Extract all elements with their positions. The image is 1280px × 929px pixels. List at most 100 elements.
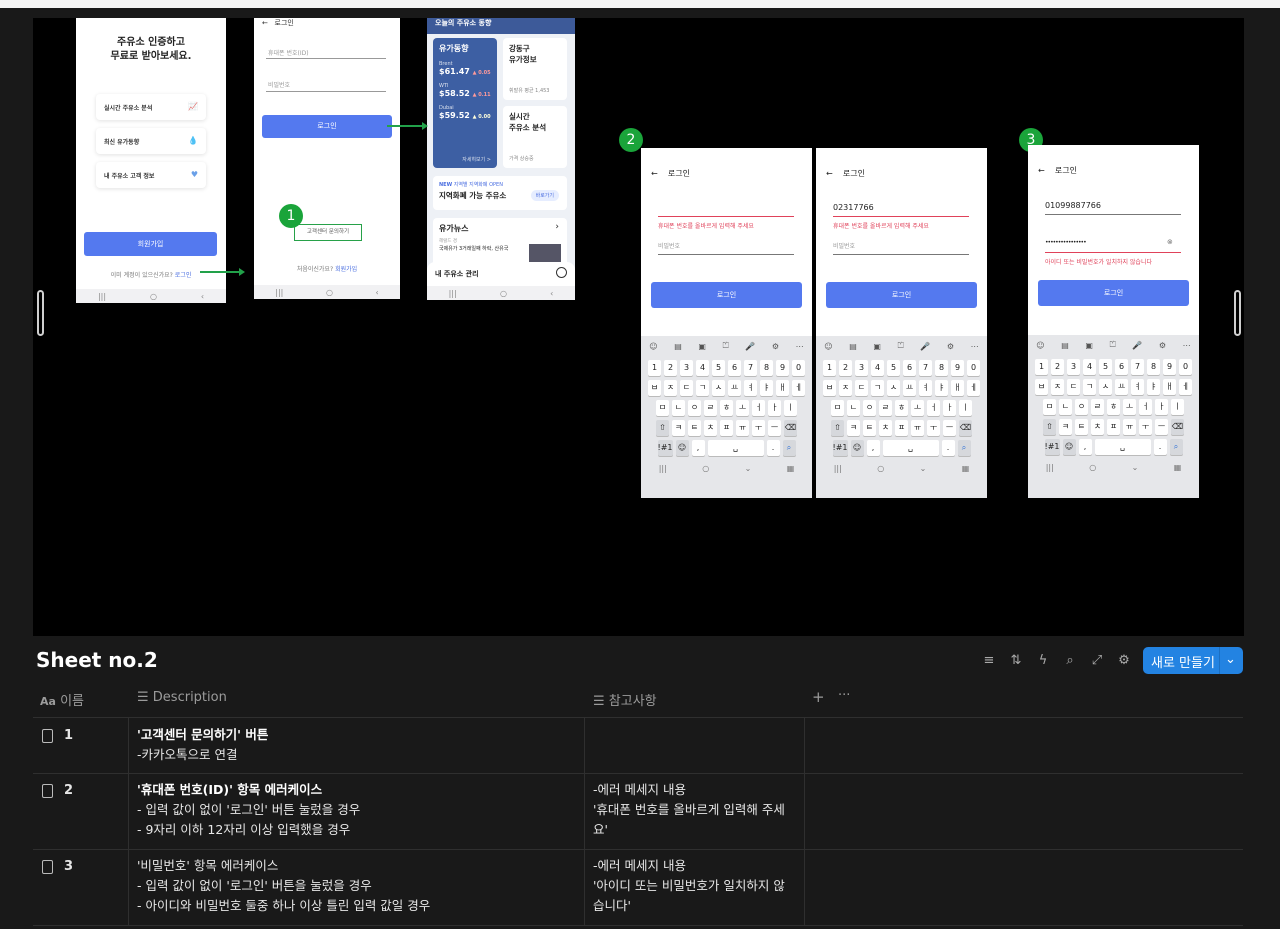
key[interactable]: 9: [1163, 359, 1176, 375]
add-column-icon[interactable]: +: [812, 688, 825, 706]
key[interactable]: ㅇ: [1075, 399, 1088, 415]
emoji-key[interactable]: ☺: [850, 440, 864, 456]
resize-handle-right[interactable]: [1234, 290, 1241, 336]
key[interactable]: 0: [792, 360, 805, 376]
key[interactable]: ㅌ: [863, 420, 876, 436]
space-key[interactable]: ␣: [1094, 439, 1151, 455]
column-header-name[interactable]: Aa 이름: [40, 690, 84, 709]
key[interactable]: 2: [839, 360, 852, 376]
password-input[interactable]: 비밀번호: [268, 80, 290, 89]
key[interactable]: ㅁ: [831, 400, 844, 416]
key[interactable]: ㄷ: [680, 380, 693, 396]
key[interactable]: ㅈ: [839, 380, 852, 396]
signup-button[interactable]: 회원가입: [84, 232, 217, 256]
key[interactable]: ㅏ: [943, 400, 956, 416]
chevron-down-icon[interactable]: ⌄: [1225, 652, 1236, 667]
key[interactable]: 2: [664, 360, 677, 376]
key[interactable]: ㅁ: [1043, 399, 1056, 415]
key[interactable]: ㅓ: [752, 400, 765, 416]
key[interactable]: ㅣ: [959, 400, 972, 416]
new-button[interactable]: 새로 만들기 ⌄: [1143, 647, 1243, 674]
key[interactable]: ㅇ: [863, 400, 876, 416]
key[interactable]: ㄴ: [847, 400, 860, 416]
key[interactable]: ㅕ: [919, 380, 932, 396]
key[interactable]: ㅊ: [1091, 419, 1104, 435]
key[interactable]: 9: [951, 360, 964, 376]
key[interactable]: 8: [1147, 359, 1160, 375]
key[interactable]: ㅅ: [887, 380, 900, 396]
emoji-key[interactable]: ☺: [675, 440, 689, 456]
shift-key[interactable]: ⇧: [831, 420, 844, 436]
key[interactable]: ㅅ: [712, 380, 725, 396]
automation-icon[interactable]: ϟ: [1034, 652, 1052, 670]
key[interactable]: ㅊ: [704, 420, 717, 436]
key[interactable]: ㅂ: [823, 380, 836, 396]
password-input[interactable]: 비밀번호: [658, 241, 680, 250]
space-key[interactable]: ␣: [882, 440, 939, 456]
key[interactable]: ㅂ: [1035, 379, 1048, 395]
key[interactable]: ㅠ: [736, 420, 749, 436]
comma-key[interactable]: ,: [1078, 439, 1092, 455]
key[interactable]: ㅔ: [967, 380, 980, 396]
key[interactable]: ㅡ: [1155, 419, 1168, 435]
search-key[interactable]: ⌕: [1169, 439, 1183, 455]
key[interactable]: 6: [728, 360, 741, 376]
filter-icon[interactable]: ≡: [980, 652, 998, 670]
join-link[interactable]: 회원가입: [335, 266, 357, 273]
key[interactable]: ㅛ: [903, 380, 916, 396]
resize-handle-left[interactable]: [37, 290, 44, 336]
key[interactable]: ㅕ: [744, 380, 757, 396]
key[interactable]: ㅑ: [935, 380, 948, 396]
key[interactable]: ㄱ: [1083, 379, 1096, 395]
key[interactable]: ㄱ: [871, 380, 884, 396]
id-input[interactable]: 휴대폰 번호(ID): [268, 48, 309, 57]
key[interactable]: ㅎ: [720, 400, 733, 416]
comma-key[interactable]: ,: [691, 440, 705, 456]
key[interactable]: ㅜ: [752, 420, 765, 436]
search-key[interactable]: ⌕: [782, 440, 796, 456]
login-button[interactable]: 로그인: [651, 282, 802, 308]
symbol-key[interactable]: !#1: [1044, 439, 1060, 455]
id-input-value[interactable]: 01099887766: [1045, 201, 1101, 210]
key[interactable]: ㅐ: [776, 380, 789, 396]
search-icon[interactable]: ⌕: [1061, 652, 1079, 670]
key[interactable]: ㅌ: [1075, 419, 1088, 435]
shift-key[interactable]: ⇧: [1043, 419, 1056, 435]
password-input[interactable]: 비밀번호: [833, 241, 855, 250]
customer-service-link[interactable]: 고객센터 문의하기: [294, 224, 362, 241]
bottom-sheet[interactable]: 내 주유소 관리: [427, 262, 575, 286]
key[interactable]: ㅡ: [768, 420, 781, 436]
space-key[interactable]: ␣: [707, 440, 764, 456]
key[interactable]: ㅠ: [911, 420, 924, 436]
key[interactable]: ㅗ: [736, 400, 749, 416]
key[interactable]: ㅏ: [1155, 399, 1168, 415]
realtime-tile[interactable]: 실시간 주유소 분석 가격 상승중: [503, 106, 567, 168]
go-now-button[interactable]: 바로가기: [530, 190, 559, 201]
key[interactable]: ㅍ: [720, 420, 733, 436]
key[interactable]: ㅎ: [895, 400, 908, 416]
key[interactable]: ㅔ: [792, 380, 805, 396]
key[interactable]: 3: [855, 360, 868, 376]
login-link[interactable]: 로그인: [175, 272, 192, 279]
keyboard[interactable]: ☺ ▤ ▣ ⏍ 🎤 ⚙ ⋯ 1 2 3 4 5 6 7 8 9 0 ㅂㅈㄷㄱㅅㅛㅕㅑㅐㅔㅁㄴㅇㄹㅎㅗㅓㅏㅣ ⇧ ㅋㅌㅊ…: [816, 336, 987, 498]
key[interactable]: 6: [1115, 359, 1128, 375]
login-button[interactable]: 로그인: [826, 282, 977, 308]
key[interactable]: 5: [1099, 359, 1112, 375]
key[interactable]: ㅜ: [927, 420, 940, 436]
key[interactable]: 6: [903, 360, 916, 376]
clear-icon[interactable]: ⊗: [1167, 238, 1173, 246]
key[interactable]: 5: [712, 360, 725, 376]
key[interactable]: ㅠ: [1123, 419, 1136, 435]
backspace-key[interactable]: ⌫: [784, 420, 797, 436]
news-tile[interactable]: 유가뉴스 › 헤럴드 경 국제유가 3거래일째 하락, 산유국: [433, 218, 567, 268]
key[interactable]: ㅍ: [1107, 419, 1120, 435]
key[interactable]: ㅗ: [1123, 399, 1136, 415]
gangdong-tile[interactable]: 강동구 유가정보 휘발유 평균 1,453: [503, 38, 567, 100]
key[interactable]: 5: [887, 360, 900, 376]
key[interactable]: ㅓ: [927, 400, 940, 416]
key[interactable]: ㄹ: [704, 400, 717, 416]
id-input[interactable]: [658, 216, 794, 217]
key[interactable]: ㅂ: [648, 380, 661, 396]
key[interactable]: ㅋ: [672, 420, 685, 436]
key[interactable]: 9: [776, 360, 789, 376]
